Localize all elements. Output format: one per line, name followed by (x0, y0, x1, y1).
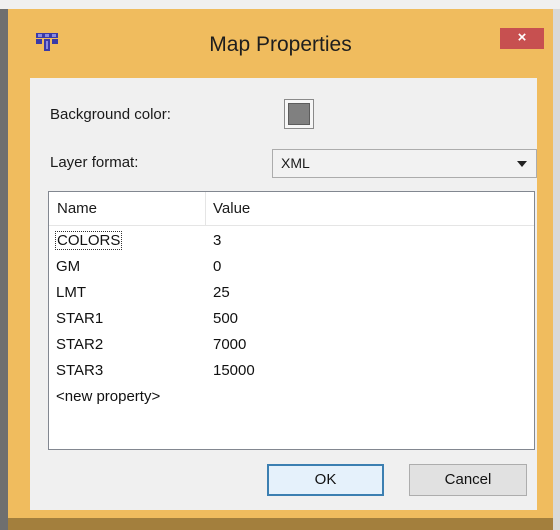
column-header-name[interactable]: Name (49, 192, 206, 225)
table-row[interactable]: GM 0 (49, 255, 534, 281)
dialog-title: Map Properties (209, 33, 352, 56)
window-bottom-edge (8, 518, 553, 530)
background-color-swatch (288, 103, 310, 125)
property-name: STAR2 (56, 336, 104, 353)
layer-format-value: XML (281, 155, 310, 171)
table-row[interactable]: STAR2 7000 (49, 333, 534, 359)
property-name: STAR3 (56, 362, 104, 379)
new-property-row[interactable]: <new property> (49, 385, 534, 409)
title-bar[interactable]: Map Properties × (8, 9, 553, 79)
property-value: 3 (213, 232, 222, 249)
background-left (0, 9, 8, 530)
table-row[interactable]: LMT 25 (49, 281, 534, 307)
header-divider (49, 225, 534, 226)
close-button[interactable]: × (500, 28, 544, 49)
table-row[interactable]: STAR1 500 (49, 307, 534, 333)
close-icon: × (517, 29, 527, 46)
background-top (0, 0, 560, 9)
property-value: 15000 (213, 362, 255, 379)
properties-table[interactable]: Name Value COLORS 3 GM 0 LMT 25 STAR1 50… (48, 191, 535, 450)
property-value: 0 (213, 258, 222, 275)
background-right (553, 9, 560, 530)
property-value: 25 (213, 284, 230, 301)
background-color-button[interactable] (284, 99, 314, 129)
property-name: COLORS (54, 231, 123, 250)
ok-button[interactable]: OK (267, 464, 384, 496)
property-name: GM (56, 258, 81, 275)
cancel-button[interactable]: Cancel (409, 464, 527, 496)
property-name: LMT (56, 284, 86, 301)
column-header-value[interactable]: Value (206, 192, 534, 225)
table-row[interactable]: STAR3 15000 (49, 359, 534, 385)
chevron-down-icon (517, 161, 527, 167)
layer-format-label: Layer format: (50, 154, 139, 171)
property-name: STAR1 (56, 310, 104, 327)
table-row[interactable]: COLORS 3 (49, 229, 534, 255)
layer-format-select[interactable]: XML (272, 149, 537, 178)
property-value: 500 (213, 310, 239, 327)
new-property-placeholder: <new property> (56, 388, 161, 405)
map-properties-dialog: Map Properties × Background color: Layer… (8, 9, 553, 518)
background-color-label: Background color: (50, 106, 171, 123)
dialog-body: Background color: Layer format: XML Name… (30, 78, 537, 510)
property-value: 7000 (213, 336, 247, 353)
